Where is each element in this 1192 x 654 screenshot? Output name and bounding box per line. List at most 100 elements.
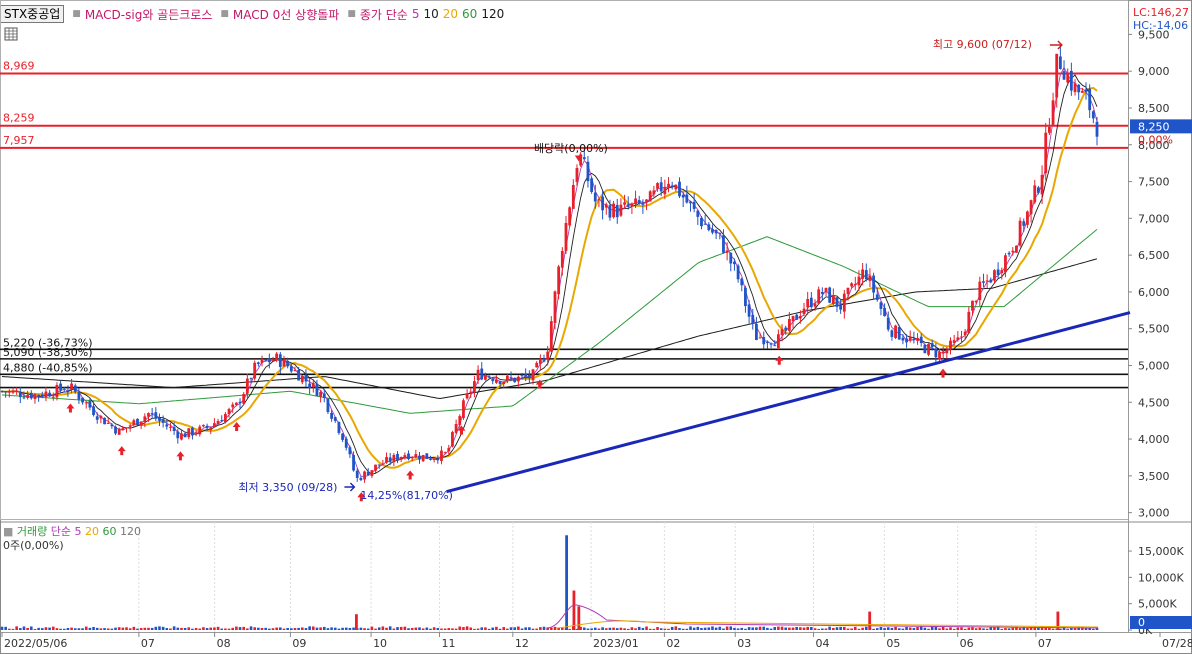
price-chart: 9,5009,0008,5008,0007,5007,0006,5006,000… xyxy=(0,0,1192,654)
volume-bar xyxy=(286,627,289,630)
candle-body xyxy=(308,383,312,388)
candle-body xyxy=(436,458,440,461)
volume-bar xyxy=(370,626,374,630)
volume-bar xyxy=(143,627,147,630)
candle-body xyxy=(817,289,821,304)
candle-body xyxy=(1044,132,1048,174)
x-tick-label: 07 xyxy=(141,637,155,650)
x-tick-label: 10 xyxy=(373,637,387,650)
y-tick-label: 4,000 xyxy=(1138,433,1170,446)
candle-body xyxy=(645,199,648,203)
volume-bar xyxy=(4,626,7,630)
candle-body xyxy=(531,369,535,381)
candle-body xyxy=(443,452,447,454)
candle-body xyxy=(513,377,517,383)
x-tick-label: 2022/05/06 xyxy=(4,637,67,650)
volume-bar xyxy=(978,627,982,630)
candle-body xyxy=(176,431,180,439)
volume-bar xyxy=(835,627,839,630)
volume-bar xyxy=(440,628,443,630)
x-tick-label: 07 xyxy=(1038,637,1052,650)
volume-bar xyxy=(88,627,92,630)
volume-bar xyxy=(952,628,956,630)
volume-spike-bar xyxy=(868,611,872,630)
volume-bar xyxy=(242,626,246,630)
grid-icon[interactable] xyxy=(4,27,18,41)
y-tick-label: 9,500 xyxy=(1138,28,1170,41)
candle-body xyxy=(725,250,729,253)
volume-bar xyxy=(451,628,454,630)
volume-bar xyxy=(707,627,711,630)
volume-bar xyxy=(344,627,348,630)
volume-bar xyxy=(81,628,84,630)
volume-bar xyxy=(139,628,143,630)
volume-bar xyxy=(766,627,769,630)
volume-bar xyxy=(322,626,326,630)
volume-bar xyxy=(484,627,487,630)
candle-body xyxy=(293,369,297,371)
volume-bar xyxy=(476,628,480,630)
x-tick-label: 04 xyxy=(815,637,829,650)
volume-bar xyxy=(619,627,623,630)
volume-bar xyxy=(216,626,220,630)
volume-bar xyxy=(974,628,978,630)
volume-bar xyxy=(330,627,333,630)
candle-body xyxy=(941,351,945,354)
volume-bar xyxy=(524,627,527,630)
volume-bar xyxy=(191,628,194,630)
buy-signal-arrow xyxy=(117,446,126,456)
volume-bar xyxy=(205,628,209,630)
candle-body xyxy=(187,428,191,438)
candle-body xyxy=(582,157,586,160)
volume-bar xyxy=(22,626,26,630)
volume-bar xyxy=(73,628,77,630)
candle-body xyxy=(1084,89,1088,92)
volume-bar xyxy=(967,627,971,630)
volume-bar xyxy=(385,627,388,630)
candle-body xyxy=(982,281,985,283)
volume-bar xyxy=(1037,627,1040,630)
volume-bar xyxy=(487,628,491,630)
candle-body xyxy=(59,383,62,391)
y-tick-label: 5,500 xyxy=(1138,323,1170,336)
candle-body xyxy=(165,424,169,427)
candle-body xyxy=(685,194,689,203)
candle-body xyxy=(275,353,279,361)
trend-line xyxy=(446,311,1131,494)
volume-bar xyxy=(26,627,29,630)
candle-body xyxy=(469,391,473,393)
candle-body xyxy=(447,447,451,452)
candle-body xyxy=(95,416,99,420)
candle-body xyxy=(377,464,381,466)
candle-body xyxy=(1022,221,1026,226)
candle-body xyxy=(494,379,498,383)
volume-bar xyxy=(535,628,538,630)
candle-body xyxy=(597,199,601,201)
volume-bar xyxy=(755,627,758,630)
volume-bar xyxy=(77,628,81,630)
candle-body xyxy=(637,200,641,204)
candle-body xyxy=(1011,250,1015,253)
volume-bar xyxy=(465,626,469,630)
high-annotation: 최고 9,600 (07/12) xyxy=(933,38,1032,51)
candle-body xyxy=(62,391,66,393)
dividend-annotation: 배당락(0,00%) xyxy=(534,142,608,155)
volume-spike-bar xyxy=(577,606,581,630)
volume-bar xyxy=(213,627,216,630)
candle-body xyxy=(1015,245,1018,253)
y-tick-label: 9,000 xyxy=(1138,65,1170,78)
volume-bar xyxy=(601,627,604,630)
ma5-line xyxy=(1,66,1098,477)
volume-bar xyxy=(652,628,656,630)
volume-bar xyxy=(813,628,817,630)
candle-body xyxy=(615,204,619,218)
volume-bar xyxy=(341,627,344,630)
candle-body xyxy=(864,270,868,280)
level-label-black: 4,880 (-40,85%) xyxy=(3,361,92,374)
volume-bar xyxy=(51,626,55,630)
volume-bar xyxy=(802,627,806,630)
candle-body xyxy=(733,261,736,265)
candles-group xyxy=(0,47,1099,483)
candle-body xyxy=(963,331,967,336)
volume-bar xyxy=(674,626,678,630)
